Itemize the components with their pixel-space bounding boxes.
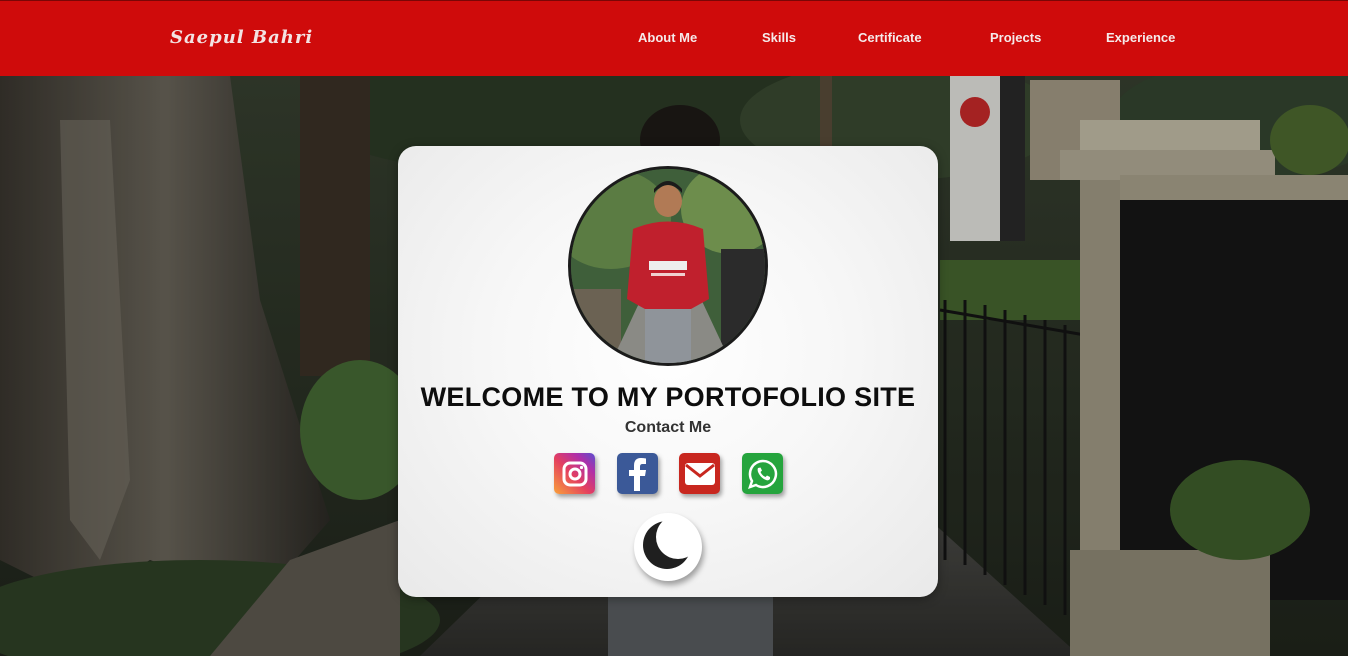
- facebook-icon: [628, 457, 646, 491]
- avatar: [568, 166, 768, 366]
- nav-link-projects[interactable]: Projects: [990, 30, 1041, 45]
- welcome-heading: WELCOME TO MY PORTOFOLIO SITE: [420, 382, 916, 412]
- mail-icon: [684, 462, 715, 485]
- whatsapp-icon: [747, 459, 777, 489]
- nav-link-about-me[interactable]: About Me: [638, 30, 697, 45]
- welcome-card: WELCOME TO MY PORTOFOLIO SITE Contact Me: [398, 146, 938, 597]
- mail-link[interactable]: [679, 453, 720, 494]
- navbar: Saepul Bahri About Me Skills Certificate…: [0, 0, 1348, 76]
- facebook-link[interactable]: [617, 453, 658, 494]
- profile-photo: [571, 169, 765, 363]
- contact-label: Contact Me: [624, 419, 712, 436]
- instagram-link[interactable]: [554, 453, 595, 494]
- nav-link-skills[interactable]: Skills: [762, 30, 796, 45]
- brand-logo[interactable]: Saepul Bahri: [170, 27, 313, 48]
- moon-icon: [643, 521, 691, 569]
- page: Saepul Bahri About Me Skills Certificate…: [0, 0, 1348, 656]
- nav-link-experience[interactable]: Experience: [1106, 30, 1175, 45]
- whatsapp-link[interactable]: [742, 453, 783, 494]
- nav-link-certificate[interactable]: Certificate: [858, 30, 922, 45]
- theme-toggle-button[interactable]: [634, 513, 702, 581]
- instagram-icon: [562, 461, 587, 486]
